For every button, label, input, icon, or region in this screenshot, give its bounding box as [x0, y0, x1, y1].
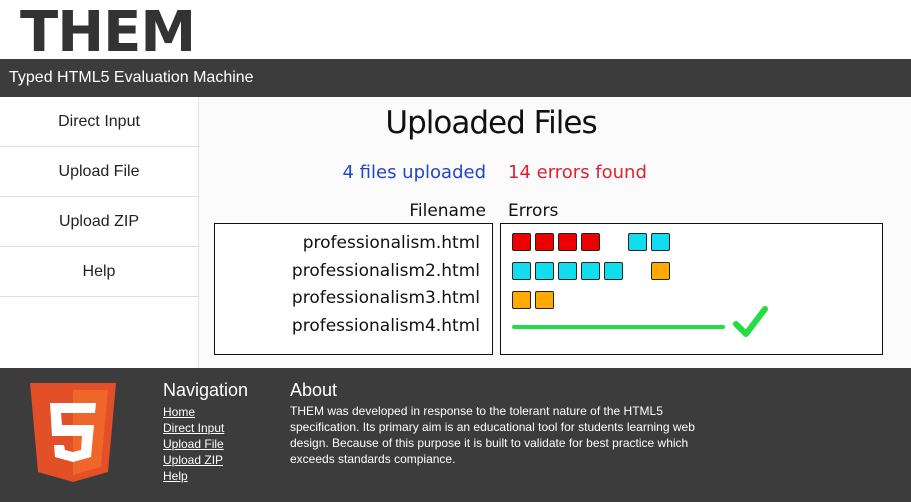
sidebar-item-upload-zip[interactable]: Upload ZIP — [0, 197, 198, 247]
error-marker-red — [558, 233, 577, 251]
files-uploaded-count: 4 files uploaded — [342, 162, 487, 183]
footer: Navigation Home Direct Input Upload File… — [0, 368, 911, 502]
about-text: THEM was developed in response to the to… — [290, 404, 695, 466]
site-logo: THEM — [20, 0, 196, 65]
sidebar: Direct Input Upload File Upload ZIP Help — [0, 97, 199, 368]
error-summary — [500, 223, 883, 355]
error-marker-cyan — [581, 262, 600, 280]
main-content: Uploaded Files 4 files uploaded 14 error… — [199, 97, 911, 368]
errors-column-header: Errors — [508, 201, 559, 221]
html5-shield-icon — [30, 383, 116, 482]
footer-link-upload-file[interactable]: Upload File — [163, 436, 248, 452]
error-marker-cyan — [535, 262, 554, 280]
file-name[interactable]: professionalism4.html — [292, 316, 480, 336]
sidebar-item-upload-file[interactable]: Upload File — [0, 147, 198, 197]
error-marker-cyan — [604, 262, 623, 280]
file-name[interactable]: professionalism3.html — [292, 288, 480, 308]
file-name[interactable]: professionalism2.html — [292, 261, 480, 281]
no-errors-line — [512, 325, 725, 329]
site-subtitle: Typed HTML5 Evaluation Machine — [9, 69, 254, 86]
sidebar-item-help[interactable]: Help — [0, 247, 198, 297]
error-marker-orange — [512, 291, 531, 309]
sidebar-item-direct-input[interactable]: Direct Input — [0, 97, 198, 147]
filename-column-header: Filename — [409, 201, 486, 221]
error-marker-red — [535, 233, 554, 251]
site-subtitle-bar: Typed HTML5 Evaluation Machine — [0, 59, 911, 97]
error-marker-cyan — [628, 233, 647, 251]
error-marker-orange — [535, 291, 554, 309]
about-heading: About — [290, 380, 338, 400]
page-title: Uploaded Files — [385, 105, 597, 141]
file-name[interactable]: professionalism.html — [303, 233, 480, 253]
navigation-heading: Navigation — [163, 380, 249, 400]
footer-link-home[interactable]: Home — [163, 404, 248, 420]
footer-link-upload-zip[interactable]: Upload ZIP — [163, 452, 248, 468]
error-marker-cyan — [558, 262, 577, 280]
checkmark-icon — [733, 306, 768, 337]
footer-link-direct-input[interactable]: Direct Input — [163, 420, 248, 436]
errors-found-count: 14 errors found — [508, 162, 647, 183]
error-marker-red — [581, 233, 600, 251]
filename-list: professionalism.html professionalism2.ht… — [214, 223, 493, 355]
footer-navigation: Navigation Home Direct Input Upload File… — [163, 380, 248, 484]
footer-link-help[interactable]: Help — [163, 468, 248, 484]
footer-about: About THEM was developed in response to … — [290, 380, 700, 467]
error-marker-cyan — [512, 262, 531, 280]
error-marker-red — [512, 233, 531, 251]
error-marker-orange — [651, 262, 670, 280]
error-marker-cyan — [651, 233, 670, 251]
